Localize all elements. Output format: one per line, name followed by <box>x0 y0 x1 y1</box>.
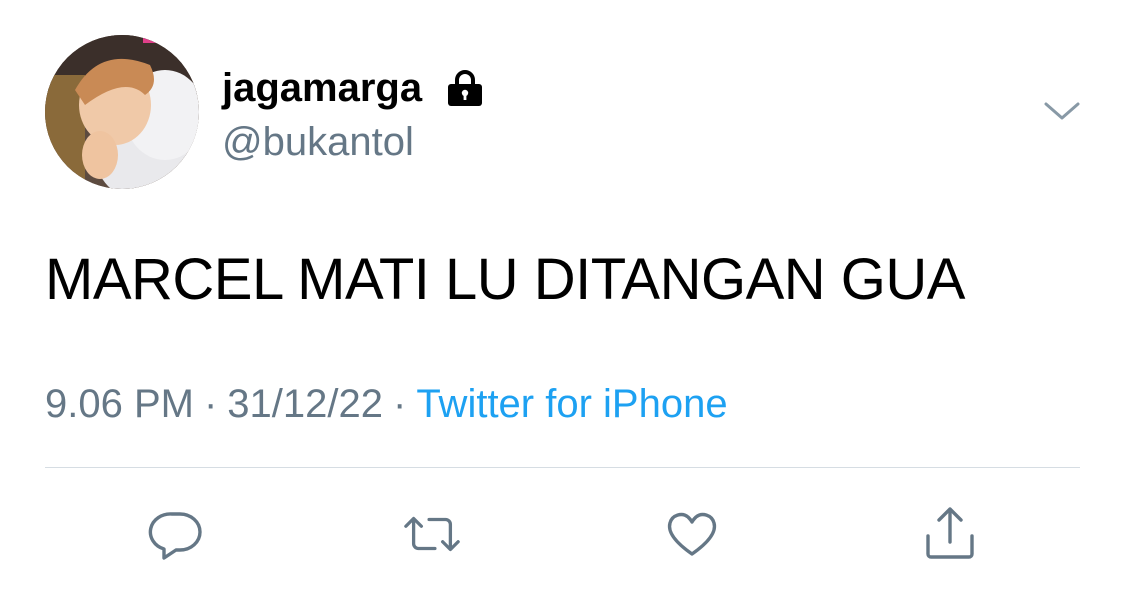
display-name[interactable]: jagamarga <box>222 66 422 111</box>
meta-separator: · <box>203 382 218 426</box>
tweet-card: jagamarga @bukantol MARCEL MATI LU DITAN… <box>0 0 1125 601</box>
like-icon <box>667 512 717 556</box>
reply-icon <box>148 512 202 560</box>
avatar[interactable] <box>45 35 199 189</box>
tweet-metadata: 9.06 PM · 31/12/22 · Twitter for iPhone <box>45 382 728 427</box>
tweet-date[interactable]: 31/12/22 <box>227 382 383 426</box>
retweet-button[interactable] <box>402 504 462 564</box>
divider <box>45 467 1080 468</box>
display-name-row: jagamarga <box>222 62 486 114</box>
retweet-icon <box>404 516 460 552</box>
tweet-source-link[interactable]: Twitter for iPhone <box>416 382 727 426</box>
avatar-photo-icon <box>45 35 199 189</box>
chevron-down-icon[interactable] <box>1040 96 1084 128</box>
reply-button[interactable] <box>146 504 206 564</box>
tweet-text: MARCEL MATI LU DITANGAN GUA <box>45 247 965 312</box>
lock-icon <box>444 67 486 109</box>
meta-separator: · <box>393 382 407 426</box>
like-button[interactable] <box>662 504 722 564</box>
share-icon <box>926 507 974 559</box>
user-handle[interactable]: @bukantol <box>222 120 414 165</box>
tweet-time[interactable]: 9.06 PM <box>45 382 194 426</box>
share-button[interactable] <box>920 504 980 564</box>
